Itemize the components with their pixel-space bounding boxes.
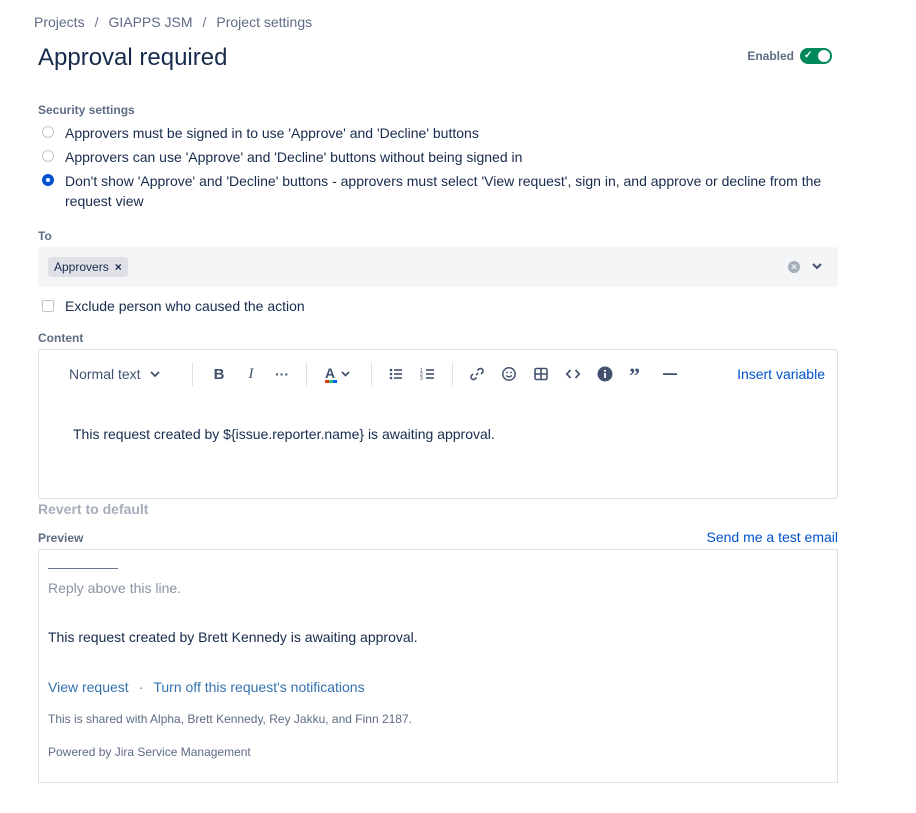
revert-to-default-button[interactable]: Revert to default (38, 501, 148, 517)
link-button[interactable] (469, 364, 485, 384)
breadcrumb-project[interactable]: GIAPPS JSM (108, 14, 192, 30)
quote-icon: ” (629, 366, 640, 382)
code-button[interactable] (565, 364, 581, 384)
bullet-list-icon (389, 368, 402, 380)
editor-toolbar: Normal text B I ··· A 1 2 3 ” Insert var… (39, 350, 837, 398)
content-label: Content (38, 331, 84, 345)
toggle-knob (818, 50, 830, 62)
radio-label: Approvers can use 'Approve' and 'Decline… (65, 149, 523, 165)
bold-button[interactable]: B (211, 364, 227, 384)
chevron-down-icon (149, 371, 160, 378)
radio-button[interactable] (42, 150, 54, 162)
recipient-tag: Approvers × (48, 257, 128, 277)
editor-content[interactable]: This request created by ${issue.reporter… (73, 426, 495, 442)
shared-with-text: This is shared with Alpha, Brett Kennedy… (48, 712, 412, 726)
chevron-down-icon[interactable] (810, 259, 824, 273)
table-button[interactable] (533, 364, 549, 384)
turn-off-notifications-link[interactable]: Turn off this request's notifications (153, 679, 364, 695)
italic-button[interactable]: I (243, 364, 259, 384)
text-color-icon: A (325, 365, 350, 383)
check-icon: ✓ (804, 50, 813, 61)
text-color-button[interactable]: A (324, 364, 354, 384)
recipient-tag-label: Approvers (54, 260, 109, 274)
toolbar-divider (452, 362, 453, 386)
quote-button[interactable]: ” (629, 364, 647, 384)
radio-button-selected[interactable] (42, 174, 54, 186)
toolbar-divider (192, 362, 193, 386)
enabled-toggle[interactable]: ✓ (800, 48, 832, 64)
exclude-label: Exclude person who caused the action (65, 298, 305, 314)
numbered-list-button[interactable]: 1 2 3 (420, 364, 436, 384)
exclude-checkbox-row[interactable]: Exclude person who caused the action (42, 298, 305, 314)
enabled-toggle-group: Enabled ✓ (747, 48, 832, 64)
breadcrumb-separator: / (94, 14, 99, 30)
breadcrumb-project-settings[interactable]: Project settings (216, 14, 312, 30)
toolbar-divider (306, 362, 307, 386)
to-label: To (38, 229, 52, 243)
email-preview: Reply above this line. This request crea… (38, 549, 838, 783)
preview-body: This request created by Brett Kennedy is… (48, 629, 418, 645)
horizontal-rule-icon (663, 373, 677, 375)
svg-text:”: ” (629, 366, 640, 382)
content-editor[interactable]: Normal text B I ··· A 1 2 3 ” Insert var… (38, 349, 838, 499)
info-panel-button[interactable] (597, 364, 613, 384)
radio-button[interactable] (42, 126, 54, 138)
breadcrumb: Projects / GIAPPS JSM / Project settings (34, 14, 312, 30)
preview-label: Preview (38, 531, 84, 545)
send-test-email-link[interactable]: Send me a test email (706, 529, 838, 545)
table-icon (534, 367, 548, 381)
text-style-label: Normal text (69, 366, 141, 382)
radio-label: Approvers must be signed in to use 'Appr… (65, 125, 479, 141)
divider-button[interactable] (662, 364, 678, 384)
numbered-list-icon: 1 2 3 (420, 368, 434, 382)
breadcrumb-separator: / (202, 14, 207, 30)
security-settings-label: Security settings (38, 103, 135, 117)
link-separator: · (138, 679, 144, 695)
info-icon (597, 366, 613, 382)
exclude-checkbox[interactable] (42, 300, 54, 312)
powered-by-text: Powered by Jira Service Management (48, 745, 251, 759)
text-style-dropdown[interactable]: Normal text (69, 364, 161, 384)
emoji-button[interactable] (501, 364, 517, 384)
enabled-label: Enabled (747, 49, 794, 63)
svg-text:3: 3 (420, 376, 423, 382)
security-option-hide-buttons[interactable]: Don't show 'Approve' and 'Decline' butto… (42, 171, 835, 211)
insert-variable-button[interactable]: Insert variable (737, 366, 825, 382)
more-formatting-button[interactable]: ··· (274, 364, 290, 384)
reply-above-line-text: Reply above this line. (48, 580, 182, 596)
security-option-not-signed-in[interactable]: Approvers can use 'Approve' and 'Decline… (42, 147, 835, 167)
toolbar-divider (371, 362, 372, 386)
radio-label: Don't show 'Approve' and 'Decline' butto… (65, 173, 822, 209)
reply-divider (48, 568, 118, 569)
view-request-link[interactable]: View request (48, 679, 129, 695)
svg-text:A: A (325, 365, 335, 381)
link-icon (470, 367, 484, 381)
preview-links: View request · Turn off this request's n… (48, 679, 365, 695)
page-title: Approval required (38, 44, 228, 71)
clear-icon[interactable]: ✕ (788, 261, 800, 273)
bullet-list-button[interactable] (388, 364, 404, 384)
remove-tag-icon[interactable]: × (115, 260, 122, 274)
emoji-icon (502, 367, 516, 381)
to-select[interactable]: Approvers × ✕ (38, 247, 838, 287)
breadcrumb-projects[interactable]: Projects (34, 14, 85, 30)
code-icon (565, 369, 581, 379)
security-option-signed-in[interactable]: Approvers must be signed in to use 'Appr… (42, 123, 835, 143)
